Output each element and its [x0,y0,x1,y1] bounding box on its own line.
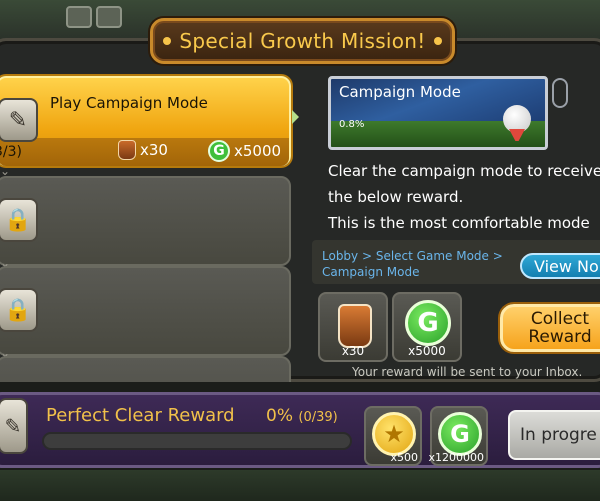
reward-qty: x30 [140,141,168,159]
mission-detail: Campaign Mode 0.8% Clear the campaign mo… [300,70,600,382]
potion-bottle-icon [118,140,136,160]
reward-qty: x5000 [408,344,446,358]
title-plate: Special Growth Mission! [150,18,455,64]
chevron-down-icon: ⌄ [0,164,11,178]
lock-icon: 🔒 [0,288,38,332]
reward-qty: x1200000 [428,451,485,464]
description-line: Clear the campaign mode to receive [328,162,600,180]
lock-icon: 🔒 [0,198,38,242]
in-progress-button[interactable]: In progre [508,410,600,460]
background-scene-bottom [0,470,600,501]
reward-qty: x500 [390,451,418,464]
perfect-clear-percent: 0% (0/39) [266,406,338,426]
potion-bottle-icon [338,304,372,348]
percent-count: (0/39) [298,410,338,425]
mission-list: ✎ Play Campaign Mode 3/3) x30 G x5000 ⌄ … [0,70,300,382]
inbox-note: Your reward will be sent to your Inbox. [352,365,583,379]
campaign-banner: Campaign Mode 0.8% [328,76,548,150]
top-menu-icon[interactable] [96,6,122,28]
view-now-button[interactable]: View No [520,253,600,279]
perfect-reward-gcoin: G x1200000 [428,406,488,466]
navigation-path[interactable]: Lobby > Select Game Mode > Campaign Mode [322,248,522,280]
perfect-clear-label: Perfect Clear Reward [46,405,235,426]
page-title: Special Growth Mission! [179,29,426,53]
description-line: This is the most comfortable mode [328,214,590,232]
g-coin-icon: G [405,300,451,346]
paperclip-icon [552,78,568,108]
g-coin-icon: G [438,412,482,456]
top-menu-icon[interactable] [66,6,92,28]
perfect-reward-star: ★ x500 [364,406,422,466]
mission-title: Play Campaign Mode [50,94,208,112]
reward-slot-potion: x30 [318,292,388,362]
mission-reward-potion: x30 [118,140,168,160]
perfect-progress-track [42,432,352,450]
mission-row-locked[interactable]: 🔒 [0,266,291,356]
selected-arrow-icon [292,110,299,124]
book-icon: ✎ [0,98,38,142]
reward-qty: x30 [341,344,365,358]
reward-slot-gcoin: G x5000 [392,292,462,362]
mission-reward-gcoin: G x5000 [208,140,281,162]
percent-value: 0% [266,406,293,426]
golf-ball-icon [503,105,531,133]
title-dot-right [433,37,442,45]
g-coin-icon: G [208,140,230,162]
title-dot-left [163,37,172,45]
mission-row-locked[interactable] [0,356,291,382]
mission-progress: 3/3) [0,144,22,160]
description-line: the below reward. [328,188,464,206]
banner-percent: 0.8% [339,119,365,130]
star-coin-icon: ★ [372,412,416,456]
mission-row-campaign[interactable]: ✎ Play Campaign Mode 3/3) x30 G x5000 [0,76,291,166]
banner-title: Campaign Mode [339,83,461,101]
book-icon: ✎ [0,398,28,454]
collect-reward-button[interactable]: Collect Reward [500,304,600,352]
mission-row-locked[interactable]: 🔒 [0,176,291,266]
reward-qty: x5000 [234,142,282,160]
